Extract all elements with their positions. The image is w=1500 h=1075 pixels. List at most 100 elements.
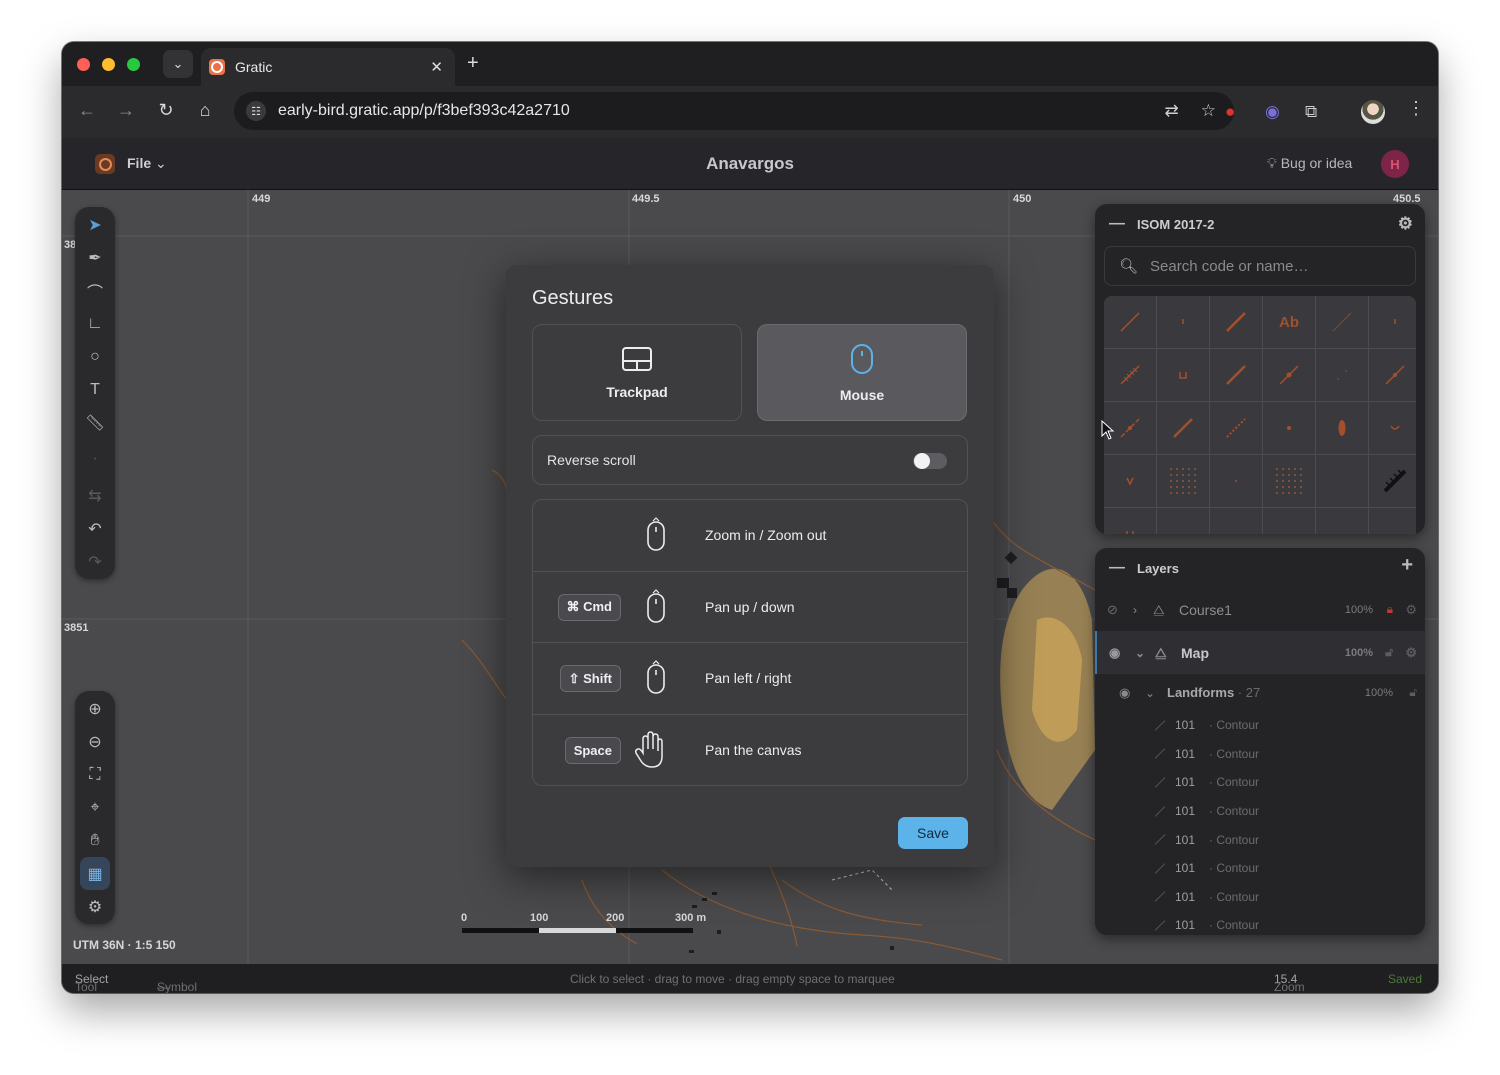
symbol-cell[interactable] bbox=[1369, 455, 1416, 507]
layer-item-row[interactable]: 101 · Contour bbox=[1095, 911, 1425, 935]
bug-report-button[interactable]: 💡︎ Bug or idea bbox=[1267, 155, 1352, 172]
symbol-cell[interactable] bbox=[1263, 508, 1315, 534]
layer-item-row[interactable]: 101 · Contour bbox=[1095, 883, 1425, 912]
symbol-cell[interactable] bbox=[1104, 455, 1156, 507]
symbol-cell[interactable] bbox=[1104, 508, 1156, 534]
swap-icon[interactable]: ⇆ bbox=[75, 479, 115, 512]
ruler-tool-icon[interactable]: 📏︎ bbox=[75, 406, 115, 439]
symbol-cell[interactable] bbox=[1210, 349, 1262, 401]
zoom-in-icon[interactable]: ⊕ bbox=[75, 692, 115, 725]
reverse-scroll-toggle[interactable] bbox=[913, 453, 947, 469]
hand-icon[interactable]: ✋︎ bbox=[75, 824, 115, 857]
extension-record-icon[interactable]: ● bbox=[1225, 102, 1235, 122]
symbol-cell[interactable] bbox=[1104, 349, 1156, 401]
text-tool-icon[interactable]: T bbox=[75, 373, 115, 406]
eye-icon[interactable]: ◉ bbox=[1109, 645, 1120, 661]
mouse-scroll-icon bbox=[647, 517, 665, 551]
symbol-text[interactable]: Ab bbox=[1263, 296, 1315, 348]
layer-settings-icon[interactable]: ⚙ bbox=[1405, 645, 1417, 661]
gear-icon[interactable]: ⚙ bbox=[1398, 214, 1413, 234]
mouse-option[interactable]: Mouse bbox=[757, 324, 967, 421]
layer-item-row[interactable]: 101 · Contour bbox=[1095, 825, 1425, 854]
pen-tool-icon[interactable]: ✒ bbox=[75, 241, 115, 274]
browser-tab[interactable]: Gratic ✕ bbox=[201, 48, 455, 86]
profile-avatar[interactable] bbox=[1361, 100, 1385, 124]
eye-icon[interactable]: ◉ bbox=[1119, 685, 1130, 701]
lock-icon[interactable]: 🔒︎ bbox=[1387, 602, 1393, 617]
site-settings-icon[interactable]: ☷ bbox=[246, 101, 266, 121]
circle-tool-icon[interactable]: ○ bbox=[75, 340, 115, 373]
forward-icon[interactable]: → bbox=[114, 100, 138, 121]
symbol-cell[interactable] bbox=[1263, 402, 1315, 454]
symbol-cell[interactable] bbox=[1210, 296, 1262, 348]
browser-menu-icon[interactable]: ⋮ bbox=[1407, 98, 1425, 119]
symbol-cell[interactable] bbox=[1369, 402, 1416, 454]
symbol-cell[interactable] bbox=[1316, 402, 1368, 454]
symbol-cell[interactable] bbox=[1157, 402, 1209, 454]
window-maximize-button[interactable] bbox=[127, 58, 140, 71]
symbol-cell[interactable] bbox=[1210, 508, 1262, 534]
layer-row-course1[interactable]: ⊘ › ⧋ Course1 100% 🔒︎ ⚙ bbox=[1095, 588, 1425, 631]
symbol-cell[interactable] bbox=[1157, 508, 1209, 534]
symbol-cell[interactable] bbox=[1104, 296, 1156, 348]
symbol-cell[interactable] bbox=[1316, 508, 1368, 534]
collapse-icon[interactable]: — bbox=[1109, 559, 1125, 577]
undo-icon[interactable]: ↶ bbox=[75, 512, 115, 545]
symbol-cell[interactable] bbox=[1157, 349, 1209, 401]
add-layer-icon[interactable]: + bbox=[1401, 554, 1413, 577]
user-avatar[interactable]: H bbox=[1381, 150, 1409, 178]
symbol-cell[interactable] bbox=[1263, 349, 1315, 401]
symbol-cell[interactable] bbox=[1157, 455, 1209, 507]
symbol-cell[interactable] bbox=[1369, 296, 1416, 348]
extensions-puzzle-icon[interactable]: ⧉ bbox=[1305, 102, 1317, 122]
grid-view-icon[interactable]: ▦ bbox=[80, 857, 110, 890]
save-button[interactable]: Save bbox=[898, 817, 968, 849]
angle-tool-icon[interactable]: ∟ bbox=[75, 307, 115, 340]
zoom-out-icon[interactable]: ⊖ bbox=[75, 725, 115, 758]
layer-item-row[interactable]: 101 · Contour bbox=[1095, 797, 1425, 826]
hidden-eye-icon[interactable]: ⊘ bbox=[1107, 602, 1118, 618]
extension-wave-icon[interactable]: ◉ bbox=[1265, 102, 1280, 122]
curve-tool-icon[interactable]: ⌒ bbox=[75, 274, 115, 307]
symbol-cell[interactable] bbox=[1316, 349, 1368, 401]
unlock-icon[interactable]: 🔓︎ bbox=[1409, 685, 1417, 700]
new-tab-button[interactable]: + bbox=[467, 52, 479, 75]
back-icon[interactable]: ← bbox=[75, 100, 99, 121]
symbol-search-input[interactable]: 🔍︎ Search code or name… bbox=[1104, 246, 1416, 286]
unlock-icon[interactable]: 🔓︎ bbox=[1385, 645, 1393, 660]
layer-row-map[interactable]: ◉ ⌄ ⧋ Map 100% 🔓︎ ⚙ bbox=[1095, 631, 1425, 674]
tab-close-icon[interactable]: ✕ bbox=[430, 58, 443, 76]
symbol-cell[interactable] bbox=[1369, 508, 1416, 534]
window-close-button[interactable] bbox=[77, 58, 90, 71]
collapse-icon[interactable]: — bbox=[1109, 215, 1125, 233]
home-icon[interactable]: ⌂ bbox=[193, 100, 217, 121]
trackpad-option[interactable]: Trackpad bbox=[532, 324, 742, 421]
redo-icon[interactable]: ↷ bbox=[75, 545, 115, 578]
bookmark-star-icon[interactable]: ☆ bbox=[1201, 101, 1216, 121]
symbol-cell[interactable] bbox=[1210, 402, 1262, 454]
symbol-cell[interactable] bbox=[1157, 296, 1209, 348]
layer-item-row[interactable]: 101 · Contour bbox=[1095, 854, 1425, 883]
locate-icon[interactable]: ⌖ bbox=[75, 791, 115, 824]
symbol-cell[interactable] bbox=[1210, 455, 1262, 507]
fit-screen-icon[interactable]: ⛶ bbox=[75, 758, 115, 791]
translate-icon[interactable]: ⇄ bbox=[1165, 101, 1179, 121]
reload-icon[interactable]: ↻ bbox=[154, 100, 178, 121]
layer-item-row[interactable]: 101 · Contour bbox=[1095, 711, 1425, 740]
chevron-right-icon[interactable]: › bbox=[1133, 603, 1137, 617]
symbol-cell[interactable] bbox=[1316, 296, 1368, 348]
tab-search-button[interactable]: ⌄ bbox=[163, 50, 193, 78]
symbol-cell[interactable] bbox=[1369, 349, 1416, 401]
window-minimize-button[interactable] bbox=[102, 58, 115, 71]
symbol-cell[interactable] bbox=[1316, 455, 1368, 507]
chevron-down-icon[interactable]: ⌄ bbox=[1145, 686, 1155, 700]
chevron-down-icon[interactable]: ⌄ bbox=[1135, 646, 1145, 660]
settings-icon[interactable]: ⚙ bbox=[75, 890, 115, 923]
symbol-cell[interactable] bbox=[1263, 455, 1315, 507]
layer-settings-icon[interactable]: ⚙ bbox=[1405, 602, 1417, 618]
layer-item-row[interactable]: 101 · Contour bbox=[1095, 768, 1425, 797]
layer-group-landforms[interactable]: ◉ ⌄ Landforms · 27 100% 🔓︎ bbox=[1095, 674, 1425, 711]
layer-item-row[interactable]: 101 · Contour bbox=[1095, 740, 1425, 769]
select-tool-icon[interactable]: ➤ bbox=[75, 208, 115, 241]
address-bar[interactable]: ☷ early-bird.gratic.app/p/f3bef393c42a27… bbox=[234, 92, 1234, 130]
